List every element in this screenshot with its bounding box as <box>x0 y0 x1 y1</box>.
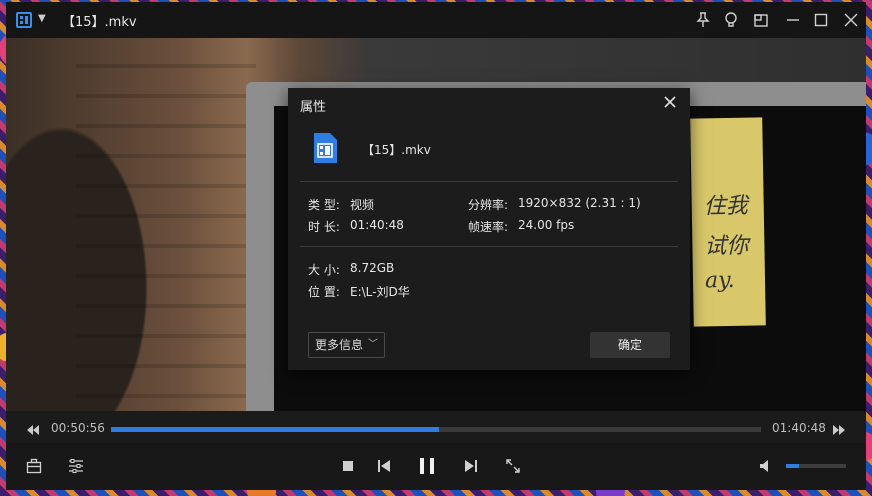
pause-icon[interactable] <box>418 456 436 476</box>
divider <box>300 181 678 182</box>
fast-forward-icon[interactable] <box>832 421 846 435</box>
menu-caret-icon[interactable]: ▼ <box>38 13 46 24</box>
stop-icon[interactable] <box>342 460 354 472</box>
volume-icon[interactable] <box>759 459 775 473</box>
toolbox-icon[interactable] <box>26 458 42 474</box>
framerate-value: 24.00 fps <box>518 218 575 232</box>
chevron-down-icon: ﹀ <box>368 339 378 350</box>
sticky-note-line: ay. <box>704 267 735 294</box>
next-icon[interactable] <box>464 459 478 473</box>
duration-label: 时 长: <box>308 220 340 234</box>
minimize-icon[interactable] <box>784 11 802 29</box>
type-label: 类 型: <box>308 198 340 212</box>
sticky-note-line: 住我 <box>703 193 748 220</box>
bulb-icon[interactable] <box>722 11 740 29</box>
seek-bar-played <box>111 427 440 432</box>
sticky-note-line: 试你 <box>704 233 749 260</box>
file-name: 【15】.mkv <box>362 143 431 157</box>
close-icon[interactable] <box>842 11 860 29</box>
maximize-icon[interactable] <box>812 11 830 29</box>
properties-dialog: 属性 【15】.mkv 类 型: 视频 分辨率: 1920×832 (2.31 … <box>288 88 690 370</box>
video-sticky-note: 住我 试你 ay. <box>690 117 766 327</box>
fullscreen-icon[interactable] <box>505 458 521 474</box>
seek-bar[interactable] <box>111 427 761 432</box>
title-bar: ▼ 【15】.mkv <box>6 2 866 38</box>
more-info-label: 更多信息 <box>315 338 364 352</box>
video-file-icon <box>312 132 338 164</box>
resolution-label: 分辨率: <box>468 198 509 212</box>
settings-sliders-icon[interactable] <box>68 458 84 474</box>
total-time: 01:40:48 <box>772 421 826 435</box>
type-value: 视频 <box>350 198 375 212</box>
rewind-icon[interactable] <box>26 421 40 435</box>
location-value: E:\L-刘D华 <box>350 285 410 299</box>
size-value: 8.72GB <box>350 261 395 275</box>
volume-slider-fill <box>786 464 800 468</box>
size-label: 大 小: <box>308 263 340 277</box>
volume-slider[interactable] <box>786 464 846 468</box>
player-window: ▼ 【15】.mkv 住我 试你 ay. 属性 【15】.mkv 类 型: 视频… <box>6 2 866 490</box>
miniview-icon[interactable] <box>752 11 770 29</box>
progress-row: 00:50:56 01:40:48 <box>6 411 866 443</box>
ok-button[interactable]: 确定 <box>590 332 670 358</box>
window-title: 【15】.mkv <box>62 15 137 30</box>
pin-icon[interactable] <box>694 11 712 29</box>
video-wall <box>76 38 256 411</box>
divider <box>300 246 678 247</box>
location-label: 位 置: <box>308 285 340 299</box>
dialog-close-icon[interactable] <box>662 94 678 110</box>
dialog-title: 属性 <box>300 100 327 115</box>
previous-icon[interactable] <box>377 459 391 473</box>
framerate-label: 帧速率: <box>468 220 509 234</box>
resolution-value: 1920×832 (2.31 : 1) <box>518 196 641 210</box>
control-bar <box>6 443 866 490</box>
more-info-button[interactable]: 更多信息 ﹀ <box>308 332 385 358</box>
app-logo-icon[interactable] <box>16 12 32 28</box>
current-time: 00:50:56 <box>51 421 105 435</box>
duration-value: 01:40:48 <box>350 218 404 232</box>
